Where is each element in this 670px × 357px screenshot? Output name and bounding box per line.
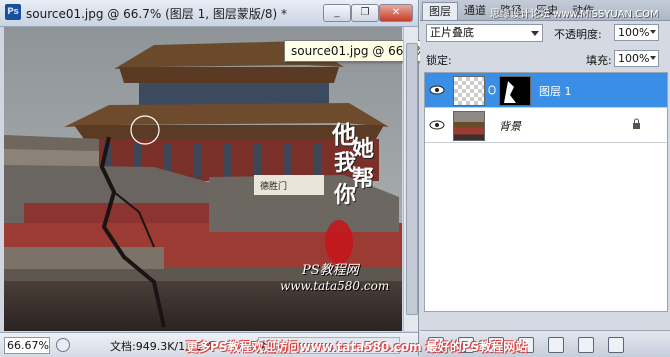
new-layer-icon[interactable] bbox=[578, 337, 594, 353]
vertical-scroll-thumb[interactable] bbox=[406, 43, 418, 315]
bottom-watermark: 更多PS教程欢迎访问www.tata580.com 最好的PS教程网站 bbox=[186, 340, 528, 354]
site-watermark-line1: PS教程网 bbox=[302, 263, 359, 278]
fill-field[interactable]: 100% bbox=[614, 50, 659, 67]
gate-sign-text: 德胜门 bbox=[260, 180, 287, 192]
minimize-button[interactable]: _ bbox=[323, 4, 351, 22]
opacity-chevron-down-icon[interactable] bbox=[650, 30, 656, 34]
panel-tabs: 图层 通道 路径 历史 动作 思缘设计论坛 www.MISSYUAN.COM bbox=[420, 0, 670, 21]
opacity-value: 100% bbox=[618, 26, 650, 39]
close-button[interactable]: ✕ bbox=[379, 4, 413, 22]
blend-mode-value: 正片叠底 bbox=[430, 26, 474, 39]
vertical-scrollbar[interactable] bbox=[403, 27, 418, 331]
background-thumbnail[interactable] bbox=[453, 111, 485, 141]
zoom-preview-icon[interactable] bbox=[56, 338, 70, 352]
tab-channels[interactable]: 通道 bbox=[458, 2, 492, 19]
eye-icon[interactable] bbox=[429, 117, 445, 133]
layer-name[interactable]: 背景 bbox=[499, 118, 521, 134]
image-canvas[interactable]: 德胜门 他 她 我 帮 你 PS教程网 www.tata580.com bbox=[4, 27, 402, 331]
site-watermark-top: 思缘设计论坛 www.MISSYUAN.COM bbox=[490, 9, 659, 20]
blend-mode-select[interactable]: 正片叠底 bbox=[426, 24, 543, 42]
zoom-field[interactable]: 66.67% bbox=[4, 337, 50, 354]
fill-label: 填充: bbox=[586, 54, 612, 67]
restore-button[interactable]: ❐ bbox=[351, 4, 379, 22]
photoshop-logo: Ps bbox=[5, 4, 21, 20]
document-window: Ps source01.jpg @ 66.7% (图层 1, 图层蒙版/8) *… bbox=[0, 0, 560, 357]
tab-layers[interactable]: 图层 bbox=[422, 2, 458, 20]
lock-label: 锁定: bbox=[426, 54, 452, 67]
eye-icon[interactable] bbox=[429, 82, 445, 98]
document-titlebar[interactable]: Ps source01.jpg @ 66.7% (图层 1, 图层蒙版/8) *… bbox=[0, 0, 418, 27]
layer-name[interactable]: 图层 1 bbox=[539, 83, 572, 99]
trash-icon[interactable] bbox=[608, 337, 624, 353]
fill-value: 100% bbox=[618, 52, 650, 65]
layer-mask-thumbnail[interactable] bbox=[499, 76, 531, 106]
document-title: source01.jpg @ 66.7% (图层 1, 图层蒙版/8) * bbox=[26, 7, 288, 21]
layer-thumbnail[interactable] bbox=[453, 76, 485, 106]
layers-panel: 图层 通道 路径 历史 动作 思缘设计论坛 www.MISSYUAN.COM 正… bbox=[420, 0, 670, 357]
layers-list: 图层 1 背景 bbox=[424, 72, 668, 312]
fill-chevron-down-icon[interactable] bbox=[650, 56, 656, 60]
calligraphy-char-5: 你 bbox=[334, 182, 357, 208]
new-group-icon[interactable] bbox=[548, 337, 564, 353]
layer-row-layer1[interactable]: 图层 1 bbox=[425, 73, 667, 108]
chain-link-icon[interactable] bbox=[488, 85, 496, 95]
site-watermark-line2: www.tata580.com bbox=[280, 279, 390, 293]
lock-icon bbox=[633, 118, 640, 129]
layer-row-background[interactable]: 背景 bbox=[425, 108, 667, 143]
blend-mode-chevron-down-icon bbox=[531, 31, 539, 36]
opacity-field[interactable]: 100% bbox=[614, 24, 659, 41]
opacity-label: 不透明度: bbox=[554, 28, 602, 41]
